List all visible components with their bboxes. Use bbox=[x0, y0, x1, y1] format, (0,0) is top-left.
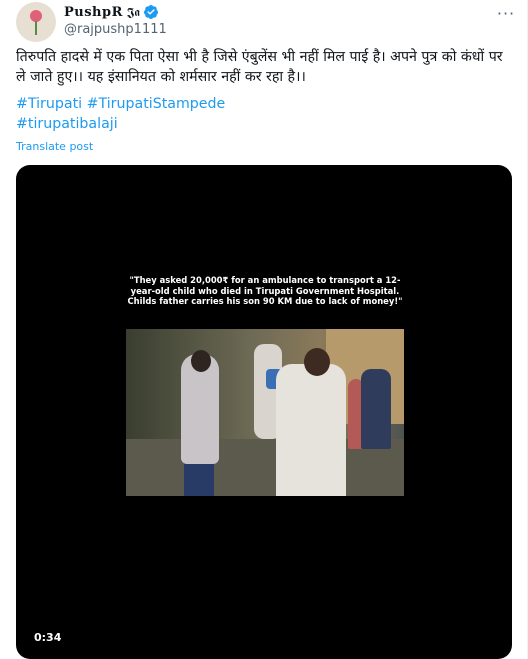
video-player[interactable]: "They asked 20,000₹ for an ambulance to … bbox=[16, 165, 512, 659]
stem-decoration bbox=[35, 21, 37, 35]
tweet-body: तिरुपति हादसे में एक पिता ऐसा भी है जिसे… bbox=[16, 49, 503, 85]
hashtag-tirupati[interactable]: #Tirupati bbox=[16, 96, 82, 112]
video-bystander bbox=[361, 369, 391, 449]
tweet-header: PushpR 𝕵𝖆 @rajpushp1111 bbox=[64, 3, 513, 43]
name-row: PushpR 𝕵𝖆 bbox=[64, 3, 513, 21]
avatar[interactable] bbox=[16, 2, 56, 42]
translate-post-link[interactable]: Translate post bbox=[16, 140, 93, 153]
name-glyph: 𝕵𝖆 bbox=[126, 4, 140, 19]
user-handle[interactable]: @rajpushp1111 bbox=[64, 22, 513, 37]
hashtag-list: #Tirupati #TirupatiStampede #tirupatibal… bbox=[16, 94, 225, 134]
hashtag-tirupatibalaji[interactable]: #tirupatibalaji bbox=[16, 116, 118, 132]
video-caption: "They asked 20,000₹ for an ambulance to … bbox=[127, 275, 403, 306]
display-name[interactable]: PushpR bbox=[64, 5, 123, 20]
verified-badge-icon bbox=[143, 5, 158, 19]
hashtag-tirupati-stampede[interactable]: #TirupatiStampede bbox=[87, 96, 226, 112]
tweet-text: तिरुपति हादसे में एक पिता ऐसा भी है जिसे… bbox=[16, 47, 516, 87]
video-duration: 0:34 bbox=[34, 631, 62, 644]
more-options-icon[interactable]: ··· bbox=[493, 0, 519, 26]
tweet-card: PushpR 𝕵𝖆 @rajpushp1111 ··· तिरुपति हादस… bbox=[0, 0, 528, 659]
video-father bbox=[276, 348, 346, 496]
video-frame bbox=[126, 329, 404, 496]
video-person bbox=[181, 350, 219, 464]
